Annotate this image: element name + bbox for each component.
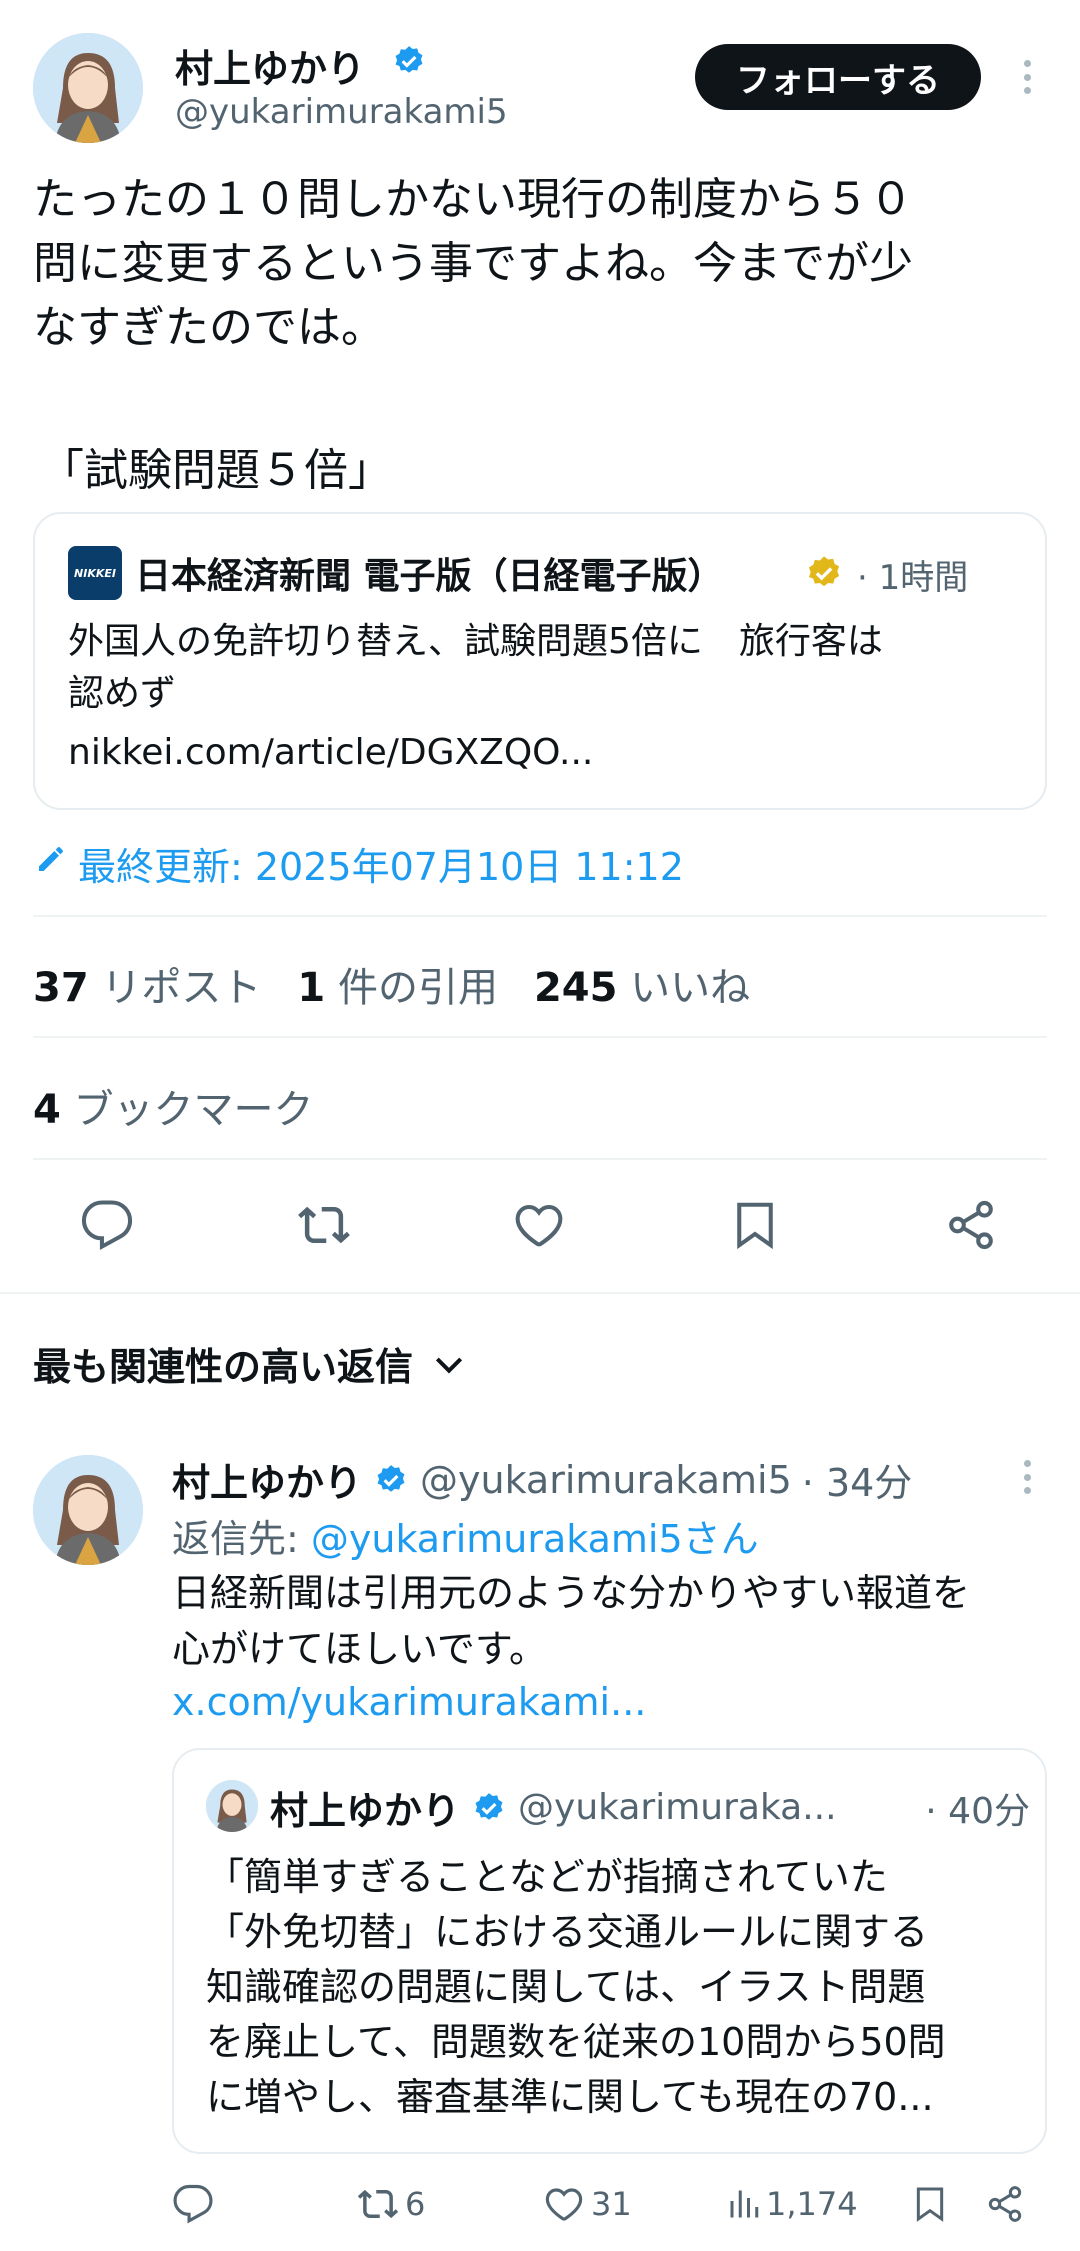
replies-header: 最も関連性の高い返信 — [33, 1345, 414, 1389]
share-icon — [988, 2186, 1022, 2222]
retweet-icon[interactable] — [295, 1198, 353, 1252]
quoted-header: 村上ゆかり @yukarimuraka... · 40分 — [270, 1780, 1030, 1835]
avatar-illustration — [33, 33, 143, 143]
quoted-author-handle: @yukarimuraka... — [518, 1787, 837, 1828]
reply-share-action[interactable] — [985, 2183, 1025, 2229]
reply-link[interactable]: x.com/yukarimurakami... — [172, 1680, 646, 1724]
quotes-label: 件の引用 — [337, 965, 498, 1011]
bookmarks-count: 4 — [33, 1087, 61, 1133]
edit-pencil-icon — [39, 847, 63, 871]
divider — [33, 1158, 1047, 1160]
reply-icon — [173, 2184, 213, 2224]
divider — [33, 915, 1047, 917]
reply-views-action[interactable]: 1,174 — [726, 2183, 858, 2225]
bookmark-icon[interactable] — [728, 1198, 782, 1252]
views-count: 1,174 — [766, 2185, 858, 2223]
card-time: · 1時間 — [857, 558, 969, 598]
author-handle[interactable]: @yukarimurakami5 — [175, 92, 508, 132]
author-name[interactable]: 村上ゆかり — [175, 38, 365, 93]
quotes-stat[interactable]: 1 件の引用 — [297, 955, 498, 1013]
bookmark-icon — [916, 2187, 944, 2222]
verified-gold-icon — [808, 556, 840, 587]
bookmarks-label: ブックマーク — [73, 1087, 314, 1133]
section-divider — [0, 1292, 1080, 1294]
like-icon — [545, 2188, 583, 2221]
reposts-label: リポスト — [101, 965, 262, 1011]
tweet-text-line: なすぎたのでは。 — [33, 302, 385, 353]
quoted-text-line: を廃止して、問題数を従来の10問から50問 — [206, 2020, 946, 2064]
reply-text-line: 日経新聞は引用元のような分かりやすい報道を — [172, 1571, 971, 1615]
card-headline-line: 認めず — [68, 673, 177, 714]
likes-label: いいね — [630, 965, 751, 1011]
verified-badge-icon — [377, 1464, 405, 1492]
reply-bookmark-action[interactable] — [910, 2183, 950, 2229]
share-icon[interactable] — [944, 1198, 998, 1252]
quoted-text: 「簡単すぎることなどが指摘されていた 「外免切替」における交通ルールに関する 知… — [206, 1850, 946, 2125]
quoted-avatar — [206, 1780, 258, 1832]
reposts-stat[interactable]: 37 リポスト — [33, 955, 261, 1013]
author-avatar[interactable] — [33, 33, 143, 143]
reply-author-name[interactable]: 村上ゆかり — [172, 1452, 362, 1507]
views-icon — [730, 2190, 759, 2218]
avatar-illustration — [206, 1780, 258, 1832]
quoted-text-line: に増やし、審査基準に関しても現在の70... — [206, 2075, 934, 2119]
divider — [33, 1036, 1047, 1038]
card-source-name: 日本経済新聞 電子版（日経電子版） — [135, 556, 724, 597]
reposts-count: 37 — [33, 965, 89, 1011]
tweet-text-line: 問に変更するという事ですよね。今までが少 — [33, 238, 913, 289]
reply-like-action[interactable]: 31 — [543, 2183, 632, 2225]
reply-reply-action[interactable] — [172, 2183, 214, 2229]
more-options-icon[interactable] — [1020, 60, 1034, 94]
quoted-text-line: 「簡単すぎることなどが指摘されていた — [206, 1855, 888, 1899]
reply-more-options-icon[interactable] — [1020, 1460, 1034, 1494]
likes-count: 245 — [533, 965, 618, 1011]
last-edited-link[interactable]: 最終更新: 2025年07月10日 11:12 — [78, 836, 684, 891]
tweet-text: たったの１０問しかない現行の制度から５０ 問に変更するという事ですよね。今までが… — [33, 168, 1053, 360]
reply-text: 日経新聞は引用元のような分かりやすい報道を 心がけてほしいです。 — [172, 1565, 970, 1677]
card-headline: 外国人の免許切り替え、試験問題5倍に 旅行客は 認めず — [68, 616, 883, 720]
tweet-text-line: たったの１０問しかない現行の制度から５０ — [33, 174, 913, 225]
tweet-quote-text: 「試験問題５倍」 — [40, 445, 392, 496]
stats-row: 37 リポスト 1 件の引用 245 いいね — [33, 955, 750, 1013]
quotes-count: 1 — [297, 965, 326, 1011]
reply-to-handle[interactable]: @yukarimurakami5さん — [311, 1517, 759, 1561]
quoted-tweet[interactable]: 村上ゆかり @yukarimuraka... · 40分 「簡単すぎることなどが… — [172, 1748, 1047, 2154]
reply-retweet-action[interactable]: 6 — [355, 2183, 425, 2225]
likes-stat[interactable]: 245 いいね — [534, 955, 750, 1013]
card-link: nikkei.com/article/DGXZQO... — [68, 732, 594, 773]
bookmarks-stat[interactable]: 4 ブックマーク — [33, 1077, 314, 1135]
nikkei-logo: NIKKEI — [68, 546, 122, 600]
link-card[interactable]: NIKKEI 日本経済新聞 電子版（日経電子版） · 1時間 外国人の免許切り替… — [33, 512, 1047, 810]
retweet-icon — [357, 2189, 399, 2219]
verified-badge-icon — [475, 1792, 503, 1820]
quoted-text-line: 「外免切替」における交通ルールに関する — [206, 1910, 929, 1954]
reply-time[interactable]: · 34分 — [802, 1452, 913, 1507]
replies-sort-dropdown[interactable]: 最も関連性の高い返信 — [33, 1336, 469, 1391]
reply-author-handle[interactable]: @yukarimurakami5 — [420, 1458, 792, 1502]
reply-icon[interactable] — [80, 1198, 134, 1252]
reply-avatar[interactable] — [33, 1455, 143, 1565]
quoted-author-name: 村上ゆかり — [270, 1789, 461, 1833]
quoted-text-line: 知識確認の問題に関しては、イラスト問題 — [206, 1965, 926, 2009]
retweet-count: 6 — [405, 2185, 426, 2223]
quoted-time: · 40分 — [925, 1790, 1030, 1832]
reply-to: 返信先: @yukarimurakami5さん — [172, 1508, 759, 1563]
follow-button[interactable]: フォローする — [695, 44, 981, 110]
reply-to-prefix: 返信先: — [172, 1517, 311, 1561]
nikkei-logo-text: NIKKEI — [74, 566, 116, 580]
chevron-down-icon — [435, 1357, 463, 1373]
card-headline-line: 外国人の免許切り替え、試験問題5倍に 旅行客は — [68, 621, 883, 662]
reply-header: 村上ゆかり @yukarimurakami5 · 34分 — [172, 1452, 912, 1507]
like-count: 31 — [591, 2185, 632, 2223]
reply-text-line: 心がけてほしいです。 — [172, 1627, 548, 1671]
avatar-illustration — [33, 1455, 143, 1565]
like-icon[interactable] — [512, 1198, 566, 1252]
verified-badge-icon — [395, 46, 423, 73]
